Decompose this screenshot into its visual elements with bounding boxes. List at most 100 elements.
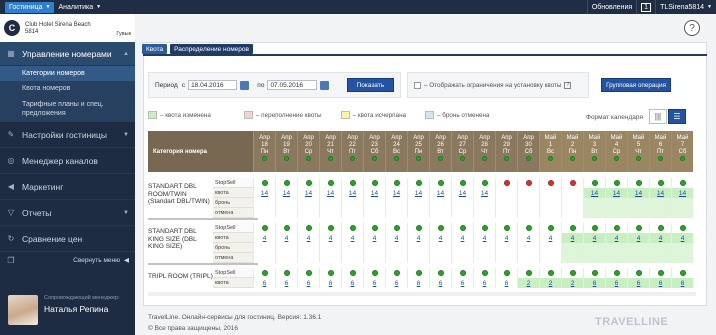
- stopsell-toggle[interactable]: [429, 178, 451, 188]
- stopsell-toggle[interactable]: [451, 268, 473, 278]
- quota-cell[interactable]: [539, 188, 561, 198]
- stopsell-toggle[interactable]: [407, 223, 429, 233]
- stopsell-toggle[interactable]: [495, 223, 517, 233]
- room-category-name[interactable]: STANDART DBL KING SIZE (DBL KING SIZE): [148, 228, 213, 251]
- quota-cell[interactable]: 4: [429, 233, 451, 243]
- quota-cell[interactable]: 6: [649, 278, 671, 288]
- stopsell-toggle[interactable]: [275, 178, 297, 188]
- quota-cell[interactable]: 14: [627, 188, 649, 198]
- quota-cell[interactable]: 14: [275, 188, 297, 198]
- horizontal-scrollbar[interactable]: [148, 292, 696, 296]
- date-to-input[interactable]: 07.05.2016: [267, 80, 317, 90]
- stopsell-toggle[interactable]: [473, 268, 495, 278]
- stopsell-toggle[interactable]: [671, 178, 693, 188]
- quota-cell[interactable]: 4: [539, 233, 561, 243]
- quota-cell[interactable]: [495, 188, 517, 198]
- quota-cell[interactable]: 4: [605, 233, 627, 243]
- calendar-icon[interactable]: [319, 80, 329, 90]
- stopsell-toggle[interactable]: [275, 223, 297, 233]
- quota-cell[interactable]: 14: [407, 188, 429, 198]
- stopsell-toggle[interactable]: [253, 268, 275, 278]
- room-category-name[interactable]: STANDART DBL ROOM/TWIN (Standart DBL/TWI…: [148, 183, 213, 206]
- stopsell-toggle[interactable]: [671, 223, 693, 233]
- stopsell-toggle[interactable]: [275, 268, 297, 278]
- quota-cell[interactable]: 4: [341, 233, 363, 243]
- stopsell-toggle[interactable]: [649, 178, 671, 188]
- sidebar-item-room-categories[interactable]: Категории номеров: [0, 66, 135, 81]
- stopsell-toggle[interactable]: [495, 268, 517, 278]
- sidebar-item-room-quota[interactable]: Квота номеров: [0, 81, 135, 96]
- stopsell-toggle[interactable]: [429, 223, 451, 233]
- stopsell-toggle[interactable]: [517, 178, 539, 188]
- stopsell-toggle[interactable]: [297, 268, 319, 278]
- stopsell-toggle[interactable]: [539, 223, 561, 233]
- quota-cell[interactable]: 4: [495, 233, 517, 243]
- stopsell-toggle[interactable]: [319, 268, 341, 278]
- quota-cell[interactable]: [517, 188, 539, 198]
- quota-cell[interactable]: 2: [539, 278, 561, 288]
- quota-cell[interactable]: 6: [319, 278, 341, 288]
- quota-cell[interactable]: [561, 188, 583, 198]
- calendar-icon[interactable]: [240, 80, 250, 90]
- stopsell-toggle[interactable]: [297, 178, 319, 188]
- show-button[interactable]: Показать: [346, 78, 394, 92]
- sidebar-item-reports[interactable]: ▽ Отчеты ▼: [0, 200, 135, 226]
- quota-cell[interactable]: 6: [297, 278, 319, 288]
- quota-cell[interactable]: 4: [385, 233, 407, 243]
- stopsell-toggle[interactable]: [319, 223, 341, 233]
- stopsell-toggle[interactable]: [517, 223, 539, 233]
- rows-view-icon[interactable]: ☰: [668, 109, 686, 124]
- quota-cell[interactable]: 14: [649, 188, 671, 198]
- quota-cell[interactable]: 14: [429, 188, 451, 198]
- quota-cell[interactable]: 2: [561, 278, 583, 288]
- sidebar-item-rooms-management[interactable]: ▦ Управление номерами ▲: [0, 42, 135, 66]
- question-icon[interactable]: ?: [564, 81, 572, 89]
- quota-cell[interactable]: 2: [517, 278, 539, 288]
- date-from-input[interactable]: 18.04.2016: [188, 80, 238, 90]
- stopsell-toggle[interactable]: [341, 178, 363, 188]
- stopsell-toggle[interactable]: [319, 178, 341, 188]
- stopsell-toggle[interactable]: [253, 223, 275, 233]
- stopsell-toggle[interactable]: [605, 178, 627, 188]
- quota-cell[interactable]: 4: [583, 233, 605, 243]
- stopsell-toggle[interactable]: [385, 223, 407, 233]
- stopsell-toggle[interactable]: [671, 268, 693, 278]
- quota-cell[interactable]: 4: [297, 233, 319, 243]
- quota-cell[interactable]: 4: [561, 233, 583, 243]
- quota-cell[interactable]: 4: [407, 233, 429, 243]
- columns-view-icon[interactable]: |||: [649, 109, 667, 124]
- room-category-name[interactable]: TRIPL ROOM (TRIPL): [148, 273, 213, 281]
- quota-cell[interactable]: 4: [319, 233, 341, 243]
- stopsell-toggle[interactable]: [539, 268, 561, 278]
- quota-cell[interactable]: 6: [275, 278, 297, 288]
- analytics-menu[interactable]: Аналитика ▼: [54, 0, 105, 14]
- stopsell-toggle[interactable]: [429, 268, 451, 278]
- stopsell-toggle[interactable]: [363, 178, 385, 188]
- stopsell-toggle[interactable]: [363, 223, 385, 233]
- stopsell-toggle[interactable]: [605, 223, 627, 233]
- stopsell-toggle[interactable]: [583, 223, 605, 233]
- sidebar-item-hotel-settings[interactable]: ✎ Настройки гостиницы ▼: [0, 122, 135, 148]
- quota-cell[interactable]: 4: [363, 233, 385, 243]
- stopsell-toggle[interactable]: [407, 268, 429, 278]
- quota-cell[interactable]: 6: [451, 278, 473, 288]
- stopsell-toggle[interactable]: [649, 268, 671, 278]
- stopsell-toggle[interactable]: [649, 223, 671, 233]
- sidebar-item-marketing[interactable]: ◀ Маркетинг: [0, 174, 135, 200]
- quota-cell[interactable]: 14: [341, 188, 363, 198]
- quota-cell[interactable]: 4: [627, 233, 649, 243]
- quota-cell[interactable]: 14: [319, 188, 341, 198]
- stopsell-toggle[interactable]: [451, 178, 473, 188]
- quota-cell[interactable]: 6: [627, 278, 649, 288]
- quota-cell[interactable]: 14: [451, 188, 473, 198]
- show-restrictions-checkbox[interactable]: [414, 81, 421, 89]
- sidebar-item-channel-manager[interactable]: ◎ Менеджер каналов: [0, 148, 135, 174]
- updates-link[interactable]: Обновления: [586, 0, 636, 14]
- stopsell-toggle[interactable]: [627, 223, 649, 233]
- quota-cell[interactable]: 6: [385, 278, 407, 288]
- group-operation-button[interactable]: Групповая операция: [601, 78, 671, 92]
- sidebar-item-price-compare[interactable]: ↻ Сравнение цен: [0, 226, 135, 252]
- collapse-menu-button[interactable]: ❐ Свернуть меню ◀: [0, 252, 135, 268]
- quota-cell[interactable]: 4: [517, 233, 539, 243]
- stopsell-toggle[interactable]: [473, 178, 495, 188]
